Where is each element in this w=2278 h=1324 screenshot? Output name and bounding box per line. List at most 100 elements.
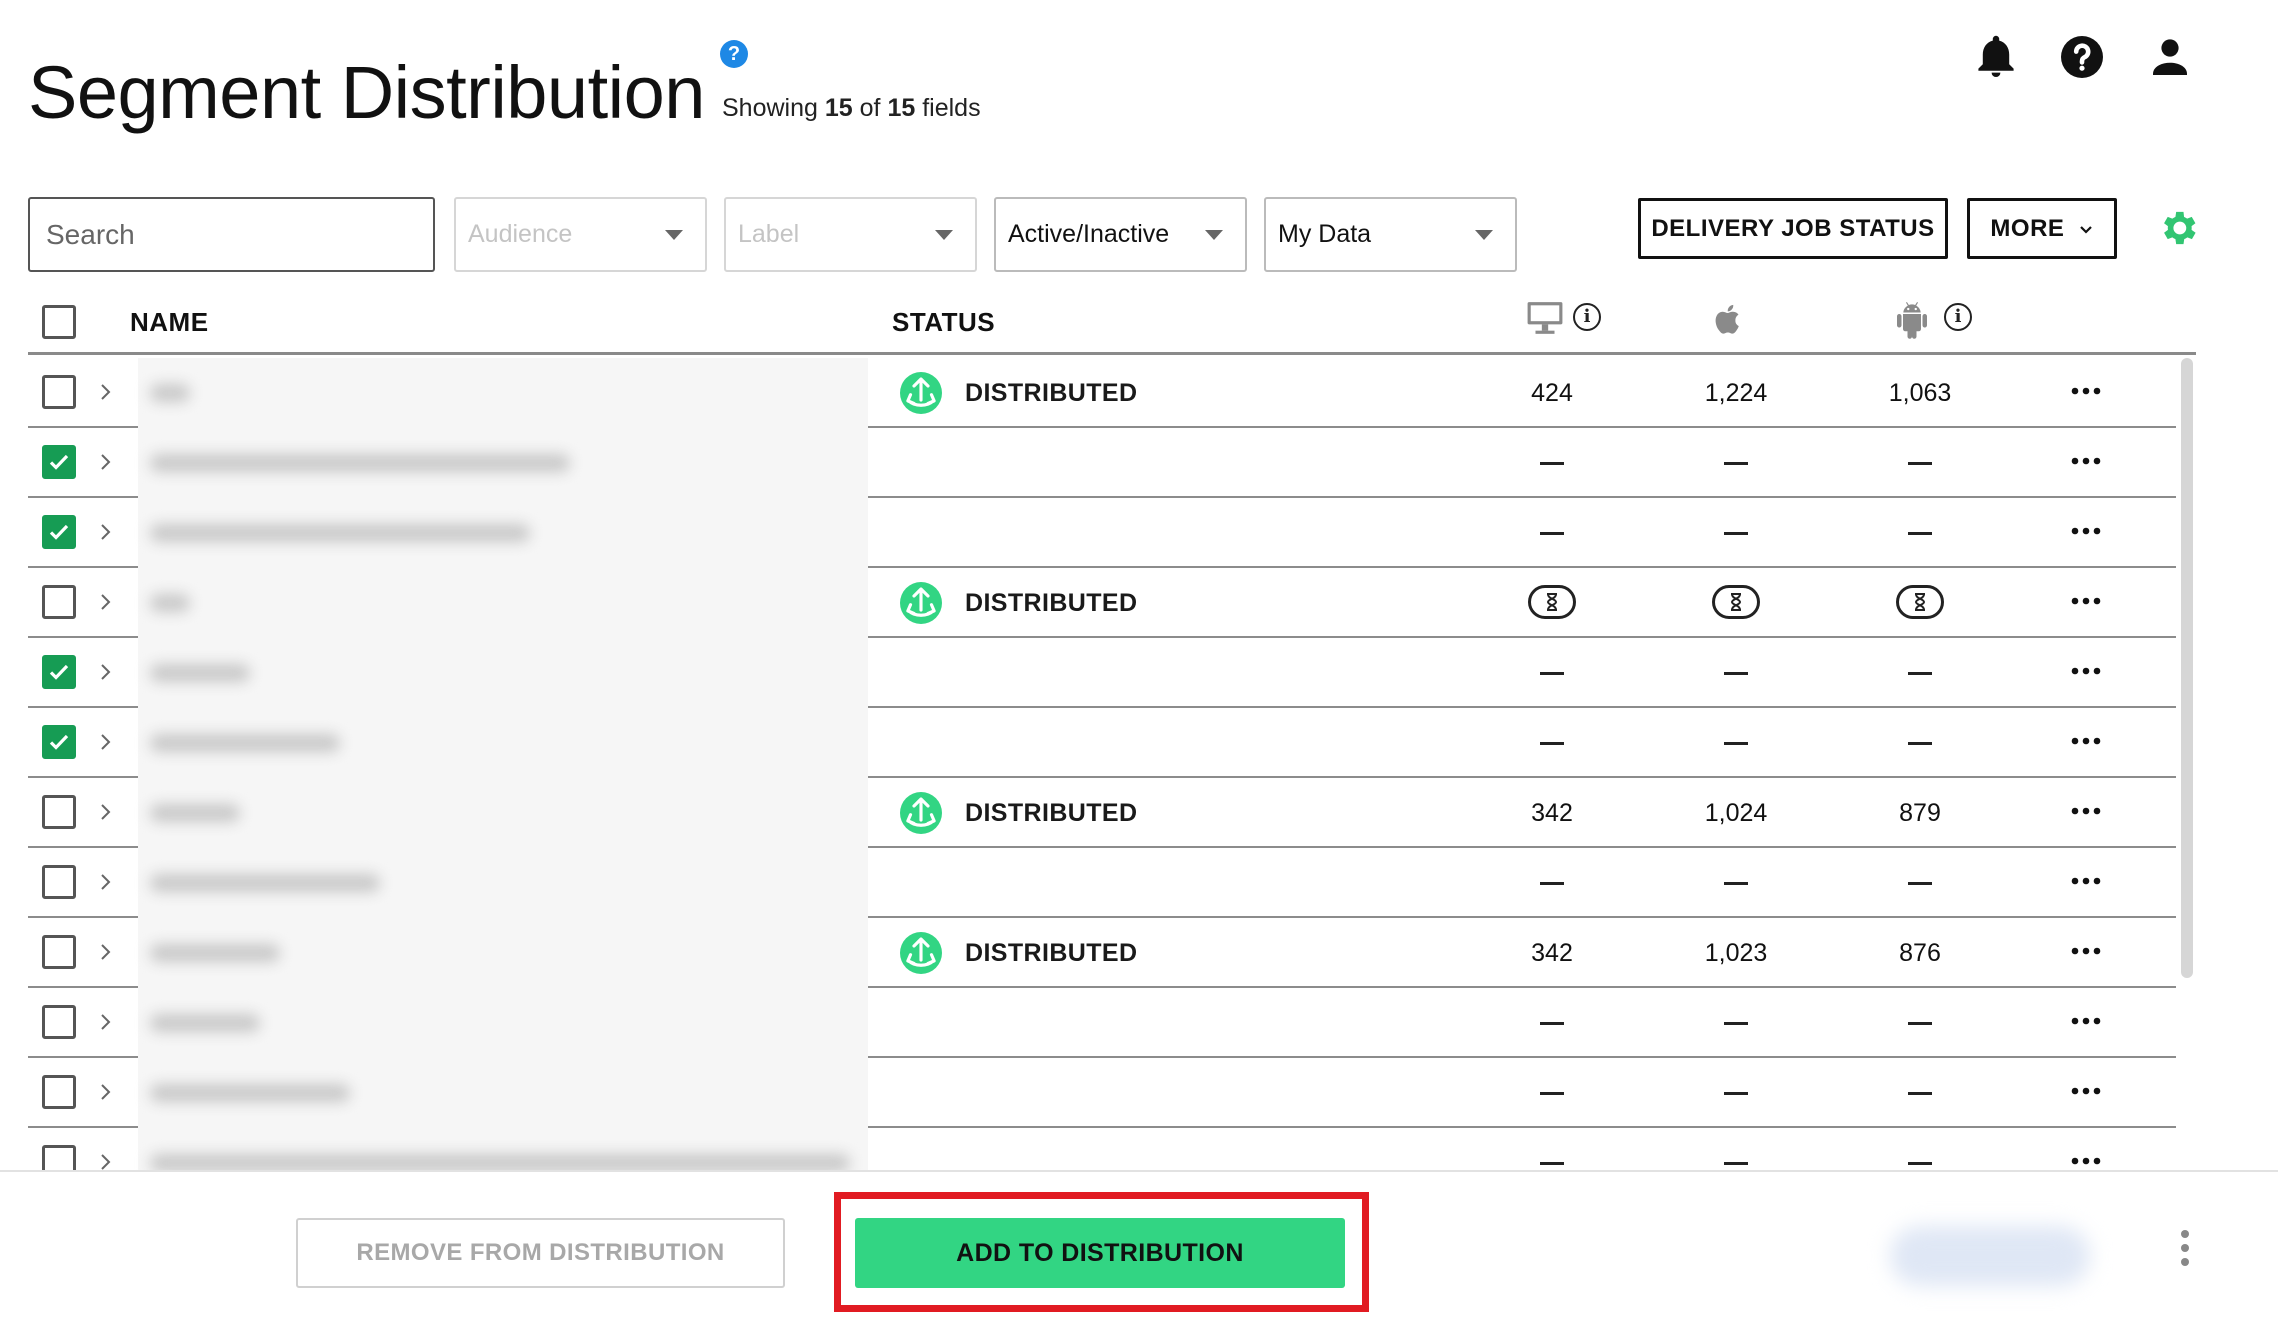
row-checkbox[interactable] xyxy=(42,935,76,969)
table-row[interactable]: DISTRIBUTED 342 1,023 876 xyxy=(28,918,2176,988)
segment-name-redacted xyxy=(138,498,868,568)
desktop-icon xyxy=(1527,302,1563,334)
table-row[interactable] xyxy=(28,638,2176,708)
row-more-icon[interactable] xyxy=(2070,455,2102,467)
chevron-right-icon[interactable] xyxy=(96,450,116,474)
row-checkbox[interactable] xyxy=(42,375,76,409)
table-row[interactable] xyxy=(28,1058,2176,1128)
column-header-name[interactable]: NAME xyxy=(130,307,209,338)
empty-value-dash xyxy=(1908,1092,1932,1095)
table-row[interactable] xyxy=(28,708,2176,778)
distributed-icon xyxy=(900,582,942,624)
row-more-icon[interactable] xyxy=(2070,735,2102,747)
table-row[interactable] xyxy=(28,988,2176,1058)
empty-value-dash xyxy=(1908,462,1932,465)
row-more-icon[interactable] xyxy=(2070,1085,2102,1097)
gear-icon[interactable] xyxy=(2156,206,2200,250)
table-row[interactable]: DISTRIBUTED 424 1,224 1,063 xyxy=(28,358,2176,428)
blurred-button[interactable] xyxy=(1890,1226,2090,1286)
column-header-status[interactable]: STATUS xyxy=(892,307,995,338)
chevron-right-icon[interactable] xyxy=(96,1080,116,1104)
user-icon[interactable] xyxy=(2146,32,2194,82)
empty-value-dash xyxy=(1724,742,1748,745)
select-all-checkbox[interactable] xyxy=(42,305,76,339)
row-more-icon[interactable] xyxy=(2070,875,2102,887)
caret-down-icon xyxy=(1475,230,1493,240)
status-label: DISTRIBUTED xyxy=(965,379,1138,407)
status-label: DISTRIBUTED xyxy=(965,799,1138,827)
chevron-right-icon[interactable] xyxy=(96,590,116,614)
chevron-right-icon[interactable] xyxy=(96,870,116,894)
table-row[interactable]: DISTRIBUTED xyxy=(28,568,2176,638)
empty-value-dash xyxy=(1908,882,1932,885)
caret-down-icon xyxy=(665,230,683,240)
chevron-right-icon[interactable] xyxy=(96,800,116,824)
empty-value-dash xyxy=(1724,672,1748,675)
info-icon[interactable]: i xyxy=(1944,303,1972,331)
search-input[interactable] xyxy=(28,197,435,272)
row-more-icon[interactable] xyxy=(2070,805,2102,817)
empty-value-dash xyxy=(1908,742,1932,745)
hourglass-icon xyxy=(1528,585,1576,619)
caret-down-icon xyxy=(935,230,953,240)
row-more-icon[interactable] xyxy=(2070,525,2102,537)
hourglass-icon xyxy=(1896,585,1944,619)
row-checkbox[interactable] xyxy=(42,515,76,549)
info-icon[interactable]: i xyxy=(1573,303,1601,331)
chevron-right-icon[interactable] xyxy=(96,1010,116,1034)
segment-name-redacted xyxy=(138,428,868,498)
row-checkbox[interactable] xyxy=(42,585,76,619)
chevron-right-icon[interactable] xyxy=(96,380,116,404)
remove-from-distribution-button[interactable]: REMOVE FROM DISTRIBUTION xyxy=(296,1218,785,1288)
delivery-job-status-button[interactable]: DELIVERY JOB STATUS xyxy=(1638,198,1948,259)
segment-name-redacted xyxy=(138,358,868,428)
add-to-distribution-button[interactable]: ADD TO DISTRIBUTION xyxy=(855,1218,1345,1288)
row-more-icon[interactable] xyxy=(2070,1155,2102,1167)
active-inactive-dropdown[interactable]: Active/Inactive xyxy=(994,197,1247,272)
row-checkbox[interactable] xyxy=(42,725,76,759)
row-checkbox[interactable] xyxy=(42,865,76,899)
empty-value-dash xyxy=(1540,1162,1564,1165)
chevron-right-icon[interactable] xyxy=(96,660,116,684)
my-data-dropdown[interactable]: My Data xyxy=(1264,197,1517,272)
count-value: 1,063 xyxy=(1888,379,1952,407)
table-row[interactable]: DISTRIBUTED 342 1,024 879 xyxy=(28,778,2176,848)
count-value: 876 xyxy=(1899,939,1941,967)
empty-value-dash xyxy=(1540,532,1564,535)
chevron-right-icon[interactable] xyxy=(96,730,116,754)
segment-name-redacted xyxy=(138,1058,868,1128)
table-row[interactable] xyxy=(28,848,2176,918)
help-question-icon[interactable]: ? xyxy=(720,40,748,68)
audience-dropdown[interactable]: Audience xyxy=(454,197,707,272)
empty-value-dash xyxy=(1540,742,1564,745)
empty-value-dash xyxy=(1724,462,1748,465)
row-checkbox[interactable] xyxy=(42,655,76,689)
row-more-icon[interactable] xyxy=(2070,945,2102,957)
empty-value-dash xyxy=(1908,532,1932,535)
row-more-icon[interactable] xyxy=(2070,385,2102,397)
more-button[interactable]: MORE xyxy=(1967,198,2117,259)
segment-name-redacted xyxy=(138,778,868,848)
table-row[interactable] xyxy=(28,428,2176,498)
label-dropdown[interactable]: Label xyxy=(724,197,977,272)
chevron-right-icon[interactable] xyxy=(96,940,116,964)
chevron-down-icon xyxy=(2079,226,2092,234)
kebab-menu-icon[interactable] xyxy=(2180,1228,2190,1268)
row-checkbox[interactable] xyxy=(42,445,76,479)
caret-down-icon xyxy=(1205,230,1223,240)
row-more-icon[interactable] xyxy=(2070,665,2102,677)
row-checkbox[interactable] xyxy=(42,795,76,829)
empty-value-dash xyxy=(1540,882,1564,885)
row-more-icon[interactable] xyxy=(2070,595,2102,607)
empty-value-dash xyxy=(1724,882,1748,885)
vertical-scrollbar[interactable] xyxy=(2181,358,2193,978)
table-header-divider xyxy=(28,352,2196,355)
chevron-right-icon[interactable] xyxy=(96,520,116,544)
row-checkbox[interactable] xyxy=(42,1075,76,1109)
empty-value-dash xyxy=(1724,1022,1748,1025)
row-checkbox[interactable] xyxy=(42,1005,76,1039)
row-more-icon[interactable] xyxy=(2070,1015,2102,1027)
help-circle-icon[interactable] xyxy=(2058,32,2106,82)
bell-icon[interactable] xyxy=(1972,32,2020,82)
table-row[interactable] xyxy=(28,498,2176,568)
